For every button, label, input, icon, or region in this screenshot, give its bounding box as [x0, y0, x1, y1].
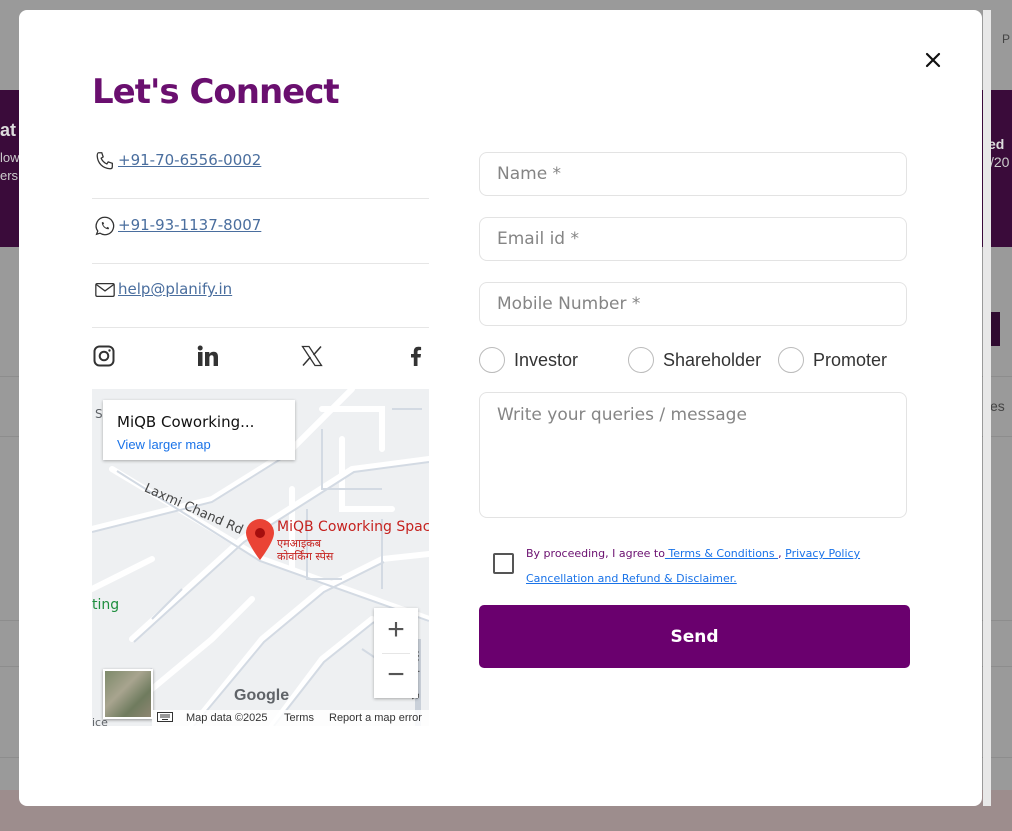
map-pin-icon: [246, 519, 274, 560]
keyboard-icon[interactable]: [157, 712, 173, 725]
terms-link[interactable]: Terms & Conditions: [665, 547, 778, 560]
map-data-text: Map data ©2025: [186, 712, 268, 724]
social-links: [92, 340, 429, 376]
cancellation-link[interactable]: Cancellation and Refund & Disclaimer.: [526, 572, 737, 585]
map-side-label: ting: [92, 597, 120, 613]
report-map-error-link[interactable]: Report a map error: [329, 712, 422, 724]
whatsapp-icon: [94, 215, 116, 237]
radio-promoter-circle[interactable]: [778, 347, 804, 373]
zoom-out-button[interactable]: −: [374, 653, 418, 698]
map-pin-label: MiQB Coworking Spac: [277, 519, 429, 535]
map-place-name: MiQB Coworking...: [117, 413, 255, 431]
bg-top-right-text: P: [1002, 32, 1011, 46]
map-terms-link[interactable]: Terms: [284, 712, 314, 724]
map-pin-label-hindi: एमआइकब कोवर्किंग स्पेस: [277, 537, 334, 563]
phone-link[interactable]: +91-70-6556-0002: [118, 151, 261, 169]
instagram-icon[interactable]: [92, 344, 118, 370]
contact-modal: Let's Connect +91-70-6556-0002 +91-93-11…: [19, 10, 982, 806]
modal-title: Let's Connect: [92, 72, 340, 112]
radio-shareholder-circle[interactable]: [628, 347, 654, 373]
agree-text: By proceeding, I agree to Terms & Condit…: [526, 541, 886, 591]
facebook-icon[interactable]: [404, 344, 430, 370]
page-scrollbar[interactable]: [983, 10, 991, 806]
map-zoom-control: + −: [374, 608, 418, 698]
linkedin-icon[interactable]: [196, 344, 222, 370]
map-side-label: S: [95, 407, 103, 421]
mail-icon: [94, 279, 116, 301]
bg-banner-text: low: [0, 150, 20, 165]
map-place-card: MiQB Coworking... View larger map: [103, 400, 295, 460]
contact-whatsapp: +91-93-1137-8007: [92, 199, 429, 264]
agree-prefix: By proceeding, I agree to: [526, 547, 665, 560]
close-icon[interactable]: [923, 50, 943, 70]
radio-investor-circle[interactable]: [479, 347, 505, 373]
agree-comma: ,: [778, 547, 782, 560]
bg-side-text: es: [990, 398, 1005, 414]
radio-investor-label: Investor: [514, 350, 579, 370]
zoom-in-button[interactable]: +: [374, 608, 418, 653]
bg-banner-text: ers: [0, 168, 19, 183]
contact-email: help@planify.in: [92, 263, 429, 328]
contact-phone: +91-70-6556-0002: [92, 134, 429, 199]
whatsapp-link[interactable]: +91-93-1137-8007: [118, 216, 261, 234]
satellite-toggle[interactable]: [103, 669, 153, 719]
message-field[interactable]: [479, 392, 907, 518]
email-link[interactable]: help@planify.in: [118, 280, 232, 298]
embedded-map[interactable]: MiQB Coworking... View larger map S Laxm…: [92, 389, 429, 726]
map-footer: Map data ©2025 Terms Report a map error: [152, 710, 429, 726]
radio-shareholder-label: Shareholder: [663, 350, 762, 370]
send-button[interactable]: Send: [479, 605, 910, 668]
bg-banner-text: /20: [990, 154, 1010, 170]
radio-promoter-label: Promoter: [813, 350, 888, 370]
x-icon[interactable]: [300, 344, 326, 370]
privacy-link[interactable]: Privacy Policy: [785, 547, 860, 560]
agree-checkbox[interactable]: [493, 553, 514, 574]
view-larger-map-link[interactable]: View larger map: [117, 437, 211, 452]
email-field[interactable]: [479, 217, 907, 261]
bg-banner-text: at: [0, 120, 17, 140]
mobile-field[interactable]: [479, 282, 907, 326]
google-logo: Google: [234, 687, 290, 704]
name-field[interactable]: [479, 152, 907, 196]
phone-icon: [94, 150, 116, 172]
